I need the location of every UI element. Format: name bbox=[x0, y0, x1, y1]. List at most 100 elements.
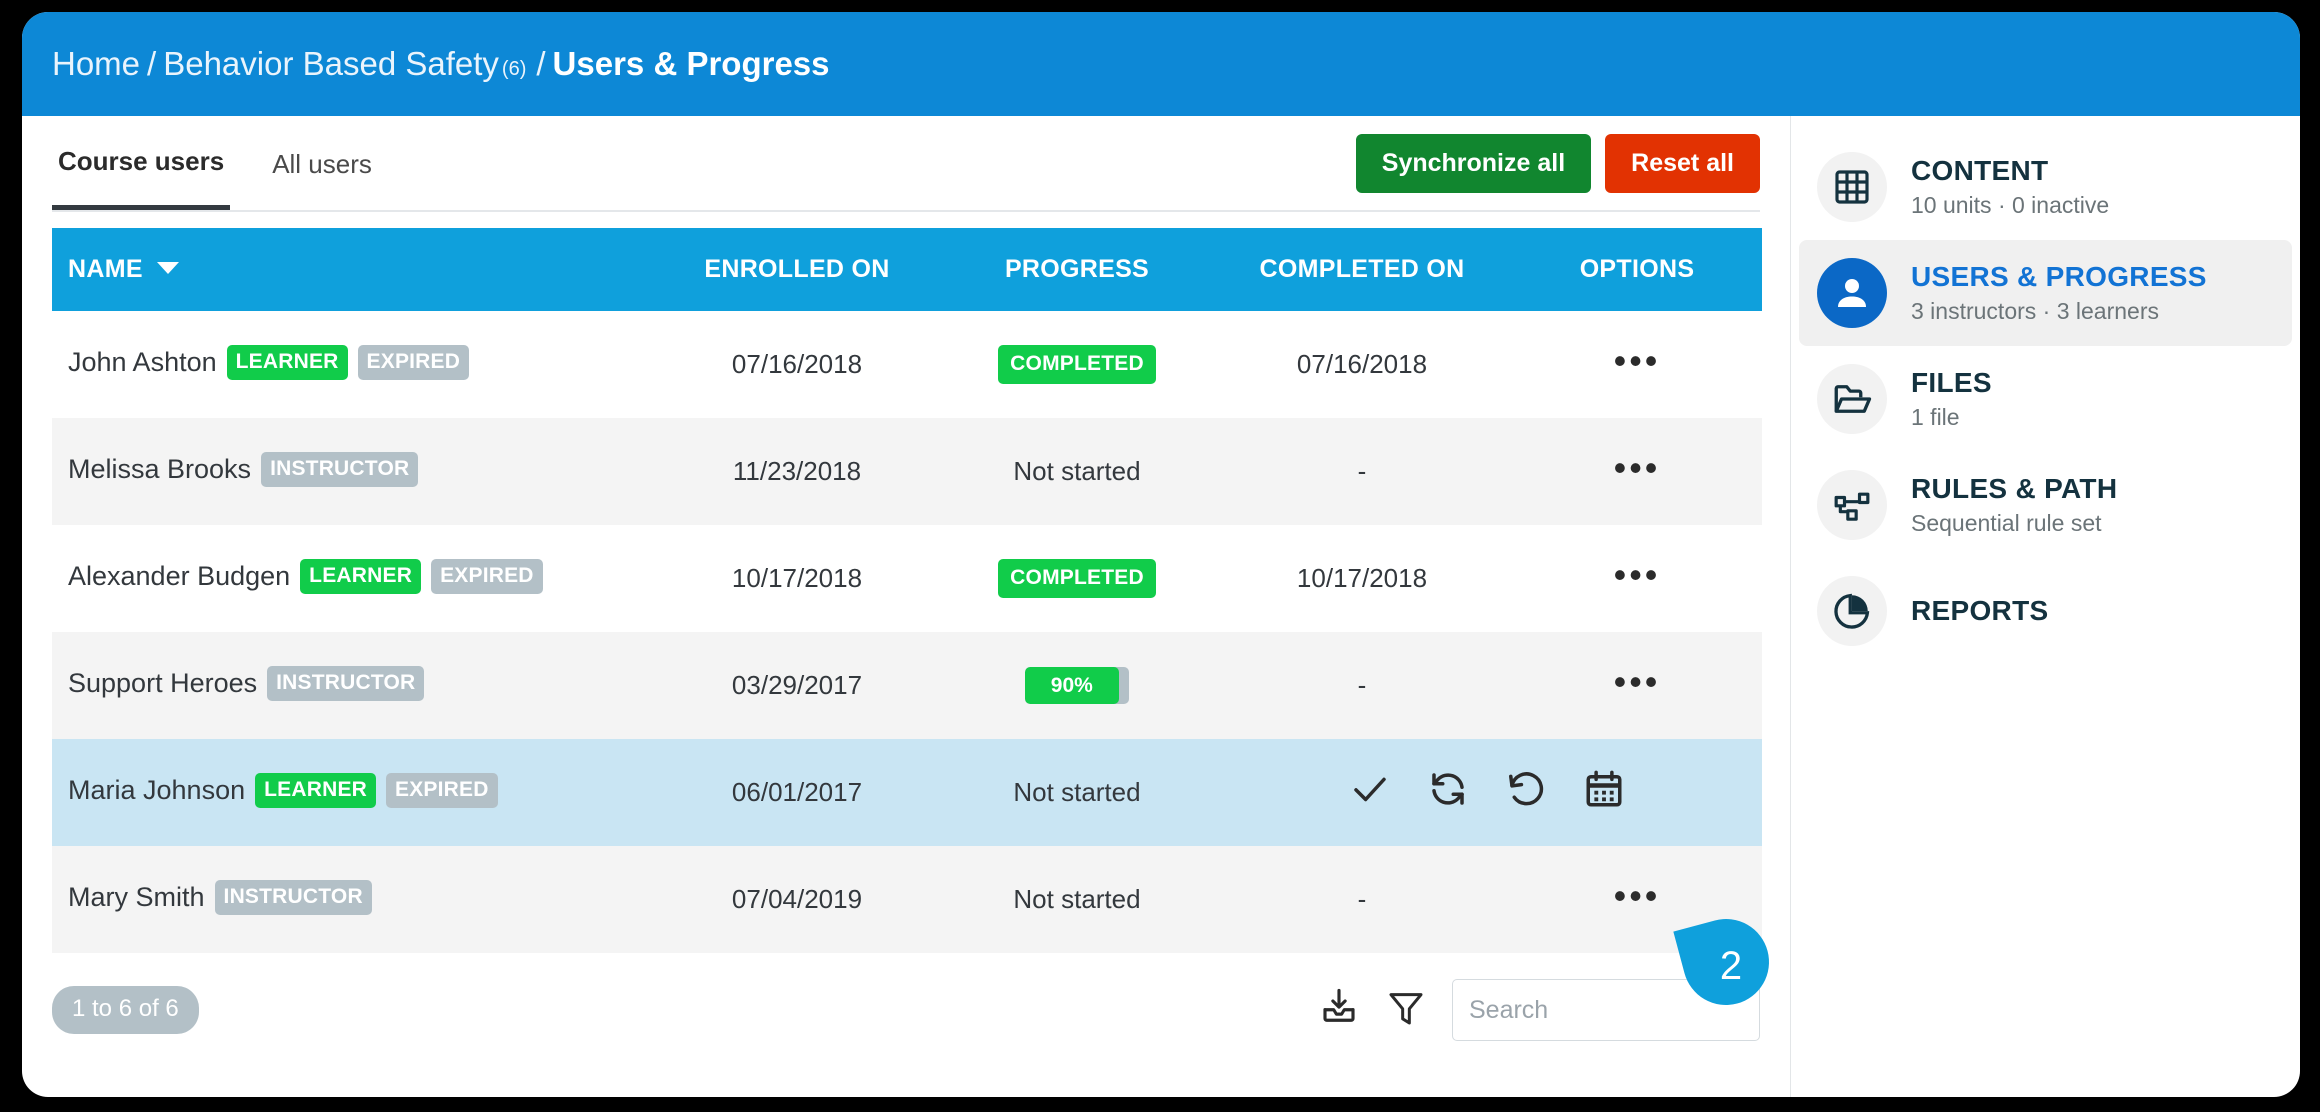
progress-completed-badge: COMPLETED bbox=[998, 559, 1156, 598]
sitemap-icon bbox=[1817, 470, 1887, 540]
completed-on-value: 07/16/2018 bbox=[1296, 349, 1428, 379]
cell-completed-on: - bbox=[1212, 418, 1512, 525]
progress-bar: 90% bbox=[1025, 667, 1129, 704]
options-menu-icon[interactable]: ••• bbox=[1614, 557, 1661, 592]
tab-all-users[interactable]: All users bbox=[266, 118, 378, 210]
table-row[interactable]: John Ashton LEARNER EXPIRED 07/16/2018 COMPL… bbox=[52, 311, 1762, 418]
options-menu-icon[interactable]: ••• bbox=[1614, 878, 1661, 913]
grid-icon bbox=[1817, 152, 1887, 222]
role-badge-expired: EXPIRED bbox=[431, 558, 543, 594]
check-icon[interactable] bbox=[1349, 768, 1391, 817]
cell-name: Mary Smith INSTRUCTOR bbox=[52, 846, 652, 953]
role-badge-expired: EXPIRED bbox=[386, 772, 498, 808]
synchronize-all-button[interactable]: Synchronize all bbox=[1355, 134, 1592, 193]
progress-percent-label: 90% bbox=[1050, 673, 1093, 697]
sidebar-item-text: REPORTS bbox=[1911, 595, 2048, 627]
user-name[interactable]: Support Heroes bbox=[68, 668, 257, 698]
cell-progress: COMPLETED bbox=[942, 525, 1212, 632]
role-badge-expired: EXPIRED bbox=[357, 344, 470, 380]
sidebar-item-reports[interactable]: REPORTS bbox=[1799, 558, 2292, 664]
column-header-name[interactable]: NAME bbox=[52, 228, 652, 311]
role-badge-instructor: INSTRUCTOR bbox=[267, 665, 425, 701]
sidebar-item-text: USERS & PROGRESS 3 instructors · 3 learne… bbox=[1911, 261, 2207, 325]
sidebar-item-files[interactable]: FILES 1 file bbox=[1799, 346, 2292, 452]
sort-descending-icon[interactable] bbox=[156, 262, 179, 275]
footer-tools bbox=[1318, 979, 1760, 1041]
sidebar-item-text: FILES 1 file bbox=[1911, 367, 1992, 431]
column-header-progress[interactable]: PROGRESS bbox=[942, 228, 1212, 311]
breadcrumb: Home / Behavior Based Safety (6) / Users… bbox=[22, 12, 2300, 116]
cell-completed-on: - bbox=[1212, 632, 1512, 739]
user-name[interactable]: Mary Smith bbox=[68, 882, 205, 912]
sidebar-item-content[interactable]: CONTENT 10 units · 0 inactive bbox=[1799, 134, 2292, 240]
sidebar-item-text: CONTENT 10 units · 0 inactive bbox=[1911, 155, 2109, 219]
sidebar-item-users-progress[interactable]: USERS & PROGRESS 3 instructors · 3 learne… bbox=[1799, 240, 2292, 346]
column-header-completed-on[interactable]: COMPLETED ON bbox=[1212, 228, 1512, 311]
cell-name: Melissa Brooks INSTRUCTOR bbox=[52, 418, 652, 525]
user-icon bbox=[1817, 258, 1887, 328]
cell-name: John Ashton LEARNER EXPIRED bbox=[52, 311, 652, 418]
cell-enrolled-on: 11/23/2018 bbox=[732, 456, 862, 486]
table-row[interactable]: Melissa Brooks INSTRUCTOR 11/23/2018 Not st… bbox=[52, 418, 1762, 525]
sidebar-item-subtitle: 10 units · 0 inactive bbox=[1911, 192, 2110, 218]
table-head: NAME ENROLLED ON PROGRESS COMPLETED ON O… bbox=[52, 228, 1762, 311]
breadcrumb-separator-2: / bbox=[536, 45, 546, 82]
calendar-icon[interactable] bbox=[1583, 768, 1625, 817]
sidebar-item-title: USERS & PROGRESS bbox=[1911, 261, 2207, 292]
user-name[interactable]: John Ashton bbox=[68, 347, 217, 377]
breadcrumb-home[interactable]: Home bbox=[52, 45, 140, 83]
cell-progress: Not started bbox=[942, 418, 1212, 525]
cell-options: ••• bbox=[1512, 846, 1762, 953]
sidebar-item-subtitle: 3 instructors · 3 learners bbox=[1911, 298, 2159, 324]
filter-funnel-icon[interactable] bbox=[1386, 987, 1426, 1034]
tabs-underline bbox=[52, 210, 1760, 212]
progress-status-text: Not started bbox=[1013, 456, 1141, 486]
options-menu-icon[interactable]: ••• bbox=[1614, 664, 1661, 699]
options-menu-icon[interactable]: ••• bbox=[1614, 343, 1661, 378]
cell-enrolled-on: 06/01/2017 bbox=[731, 777, 863, 807]
table-row[interactable]: Mary Smith INSTRUCTOR 07/04/2019 Not starte… bbox=[52, 846, 1762, 953]
progress-status-text: Not started bbox=[1013, 777, 1141, 807]
user-name[interactable]: Maria Johnson bbox=[68, 775, 245, 805]
cell-progress: COMPLETED bbox=[942, 311, 1212, 418]
sidebar-item-subtitle: 1 file bbox=[1911, 404, 1960, 430]
tab-course-users[interactable]: Course users bbox=[52, 118, 231, 210]
user-name[interactable]: Alexander Budgen bbox=[68, 561, 290, 591]
pie-chart-icon bbox=[1817, 576, 1887, 646]
table-body: John Ashton LEARNER EXPIRED 07/16/2018 COMPL… bbox=[52, 311, 1762, 953]
options-menu-icon[interactable]: ••• bbox=[1614, 450, 1661, 485]
completed-on-value: - bbox=[1357, 670, 1367, 700]
course-sidebar: CONTENT 10 units · 0 inactive USERS & PROG… bbox=[1790, 116, 2300, 1097]
cell-enrolled-on: 10/17/2018 bbox=[731, 563, 863, 593]
search-input[interactable] bbox=[1452, 979, 1760, 1041]
reset-icon[interactable] bbox=[1505, 768, 1547, 817]
sidebar-item-rules-path[interactable]: RULES & PATH Sequential rule set bbox=[1799, 452, 2292, 558]
table-row[interactable]: Maria Johnson LEARNER EXPIRED 06/01/2017 Not… bbox=[52, 739, 1762, 846]
table-footer: 1 to 6 of 6 bbox=[22, 979, 1790, 1041]
completed-on-value: - bbox=[1357, 456, 1367, 486]
sidebar-item-subtitle: Sequential rule set bbox=[1911, 510, 2102, 536]
cell-options: ••• bbox=[1512, 525, 1762, 632]
column-header-enrolled-on[interactable]: ENROLLED ON bbox=[652, 228, 942, 311]
reset-all-button[interactable]: Reset all bbox=[1605, 134, 1760, 193]
table-row[interactable]: Support Heroes INSTRUCTOR 03/29/2017 90% - ••… bbox=[52, 632, 1762, 739]
role-badge-instructor: INSTRUCTOR bbox=[214, 879, 372, 915]
completed-on-value: - bbox=[1357, 884, 1367, 914]
sidebar-item-title: RULES & PATH bbox=[1911, 473, 2118, 504]
breadcrumb-course-count: (6) bbox=[501, 57, 527, 80]
synchronize-icon[interactable] bbox=[1427, 768, 1469, 817]
cell-name: Support Heroes INSTRUCTOR bbox=[52, 632, 652, 739]
table-row[interactable]: Alexander Budgen LEARNER EXPIRED 10/17/2018… bbox=[52, 525, 1762, 632]
role-badge-learner: LEARNER bbox=[255, 772, 377, 808]
cell-completed-on: 07/16/2018 bbox=[1212, 311, 1512, 418]
table-header-row: NAME ENROLLED ON PROGRESS COMPLETED ON O… bbox=[52, 228, 1762, 311]
users-table-container: NAME ENROLLED ON PROGRESS COMPLETED ON O… bbox=[22, 228, 1790, 953]
breadcrumb-course[interactable]: Behavior Based Safety bbox=[163, 45, 499, 83]
cell-progress: Not started bbox=[942, 739, 1212, 846]
row-action-buttons bbox=[1212, 768, 1762, 817]
user-name[interactable]: Melissa Brooks bbox=[68, 454, 251, 484]
column-header-name-label: NAME bbox=[68, 255, 143, 283]
column-header-options: OPTIONS bbox=[1512, 228, 1762, 311]
role-badge-instructor: INSTRUCTOR bbox=[261, 451, 419, 487]
download-export-icon[interactable] bbox=[1318, 987, 1360, 1034]
